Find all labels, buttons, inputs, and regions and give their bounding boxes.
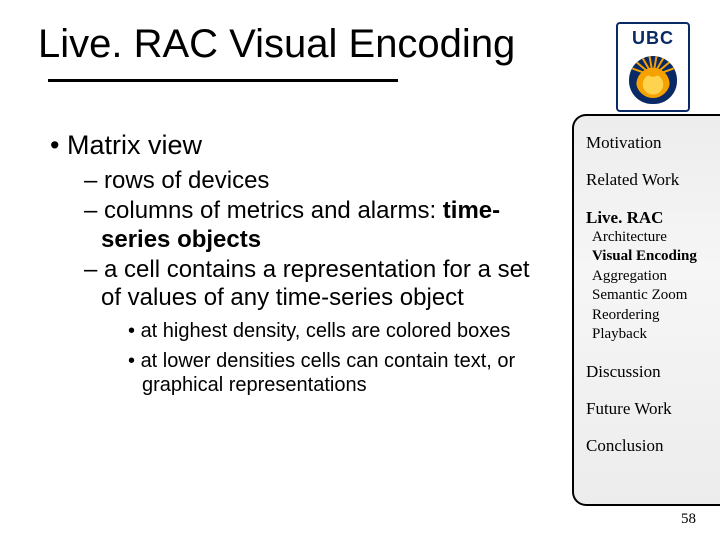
bullet-level3: at lower densities cells can contain tex… bbox=[128, 349, 530, 397]
title-block: Live. RAC Visual Encoding bbox=[38, 22, 515, 82]
sidebar-subitem-semantic-zoom: Semantic Zoom bbox=[592, 286, 712, 306]
title-underline bbox=[48, 79, 398, 82]
outline-sidebar: Motivation Related Work Live. RAC Archit… bbox=[572, 114, 720, 506]
sidebar-item-motivation: Motivation bbox=[586, 132, 712, 153]
bullet-level2: a cell contains a representation for a s… bbox=[84, 256, 530, 313]
sidebar-label: Live. RAC bbox=[586, 208, 663, 227]
sidebar-subitem-architecture: Architecture bbox=[592, 228, 712, 248]
page-number: 58 bbox=[681, 511, 696, 528]
ubc-logo-text: UBC bbox=[632, 28, 674, 49]
bullet-level2: rows of devices bbox=[84, 167, 530, 195]
sidebar-subitem-visual-encoding-current: Visual Encoding bbox=[592, 247, 712, 267]
sidebar-subitem-aggregation: Aggregation bbox=[592, 267, 712, 287]
sidebar-item-future-work: Future Work bbox=[586, 398, 712, 419]
title-row: Live. RAC Visual Encoding UBC bbox=[38, 22, 690, 112]
bullet-level3: at highest density, cells are colored bo… bbox=[128, 319, 530, 343]
ubc-logo: UBC bbox=[616, 22, 690, 112]
sidebar-item-liverac: Live. RAC Architecture Visual Encoding A… bbox=[586, 207, 712, 345]
bullet-level2: columns of metrics and alarms: time-seri… bbox=[84, 197, 530, 254]
content-body: Matrix view rows of devices columns of m… bbox=[50, 130, 530, 399]
bullet-text: columns of metrics and alarms: bbox=[104, 197, 443, 224]
sidebar-subitem-playback: Playback bbox=[592, 325, 712, 345]
slide: Live. RAC Visual Encoding UBC Ma bbox=[0, 0, 720, 540]
slide-title: Live. RAC Visual Encoding bbox=[38, 22, 515, 67]
sidebar-item-discussion: Discussion bbox=[586, 361, 712, 382]
ubc-crest-icon bbox=[629, 56, 677, 104]
sidebar-item-conclusion: Conclusion bbox=[586, 435, 712, 456]
sidebar-subitem-reordering: Reordering bbox=[592, 306, 712, 326]
sidebar-item-related-work: Related Work bbox=[586, 169, 712, 190]
bullet-level1: Matrix view bbox=[50, 130, 530, 161]
